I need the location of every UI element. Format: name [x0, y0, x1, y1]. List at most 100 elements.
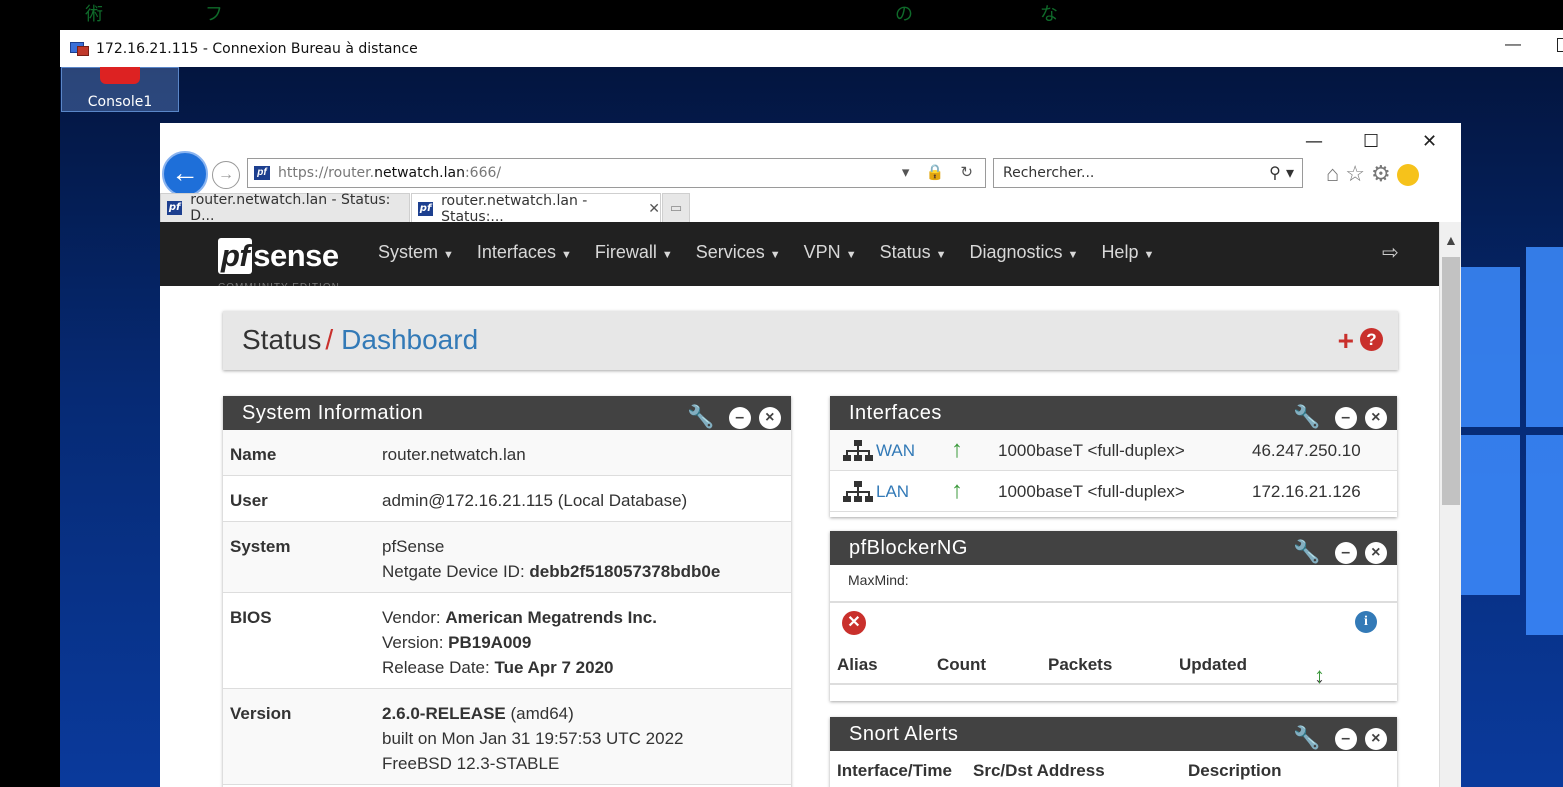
panel-tools: 🔧 – ×: [1293, 536, 1387, 570]
wrench-icon[interactable]: 🔧: [1293, 536, 1321, 570]
address-tools[interactable]: ▾ 🔒 ↻: [902, 163, 979, 181]
column-header: Description: [1188, 761, 1282, 780]
browser-maximize-button[interactable]: ☐: [1363, 131, 1379, 152]
close-panel-icon[interactable]: ×: [1365, 542, 1387, 564]
close-panel-icon[interactable]: ×: [1365, 407, 1387, 429]
pfblocker-table-header: Alias Count Packets Updated ↓ ↑: [830, 647, 1397, 688]
menu-system[interactable]: System ▼: [378, 242, 454, 263]
new-tab-icon: ▭: [669, 200, 683, 216]
pfblockerng-panel: pfBlockerNG 🔧 – × MaxMind: ✕ i Alias Cou…: [830, 531, 1397, 701]
rdp-maximize-button[interactable]: [1557, 38, 1563, 52]
status-up-arrow-icon: ↑: [951, 436, 963, 463]
breadcrumb-dashboard-link[interactable]: Dashboard: [341, 324, 478, 355]
browser-window: — ☐ ✕ ← → pf https://router.netwatch.lan…: [160, 123, 1461, 787]
row-key: User: [223, 475, 375, 522]
status-up-arrow-icon: ↑: [951, 477, 963, 504]
matrix-glyph: フ: [205, 4, 223, 25]
desktop-shortcut-label: Console1: [87, 94, 153, 110]
panel-title: System Information: [242, 402, 424, 424]
forward-button[interactable]: →: [212, 161, 240, 189]
interface-media: 1000baseT <full-duplex>: [998, 482, 1185, 501]
error-x-icon[interactable]: ✕: [842, 611, 866, 635]
menu-interfaces[interactable]: Interfaces ▼: [477, 242, 572, 263]
menu-diagnostics[interactable]: Diagnostics ▼: [970, 242, 1079, 263]
interface-link-lan[interactable]: LAN: [876, 482, 909, 502]
tab-status-dashboard-2[interactable]: pf router.netwatch.lan - Status:... ✕: [411, 193, 661, 225]
breadcrumb-section: Status: [242, 324, 322, 355]
menu-vpn[interactable]: VPN ▼: [804, 242, 857, 263]
windows-logo-pane: [1526, 247, 1563, 427]
menu-status[interactable]: Status ▼: [880, 242, 947, 263]
interface-media: 1000baseT <full-duplex>: [998, 441, 1185, 460]
column-header: Src/Dst Address: [973, 761, 1105, 780]
windows-logo-pane: [1460, 267, 1520, 427]
table-row: System pfSense Netgate Device ID: debb2f…: [223, 521, 791, 593]
maxmind-status: MaxMind:: [830, 565, 1397, 603]
panel-title: pfBlockerNG: [849, 537, 968, 559]
address-bar[interactable]: pf https://router.netwatch.lan:666/ ▾ 🔒 …: [247, 158, 986, 188]
windows-logo-pane: [1526, 435, 1563, 635]
browser-close-button[interactable]: ✕: [1422, 131, 1437, 152]
back-button[interactable]: ←: [162, 151, 208, 197]
interface-link-wan[interactable]: WAN: [876, 441, 915, 461]
menu-help[interactable]: Help ▼: [1101, 242, 1154, 263]
feedback-smiley-icon[interactable]: [1396, 164, 1419, 187]
interface-row-lan: LAN ↑ 1000baseT <full-duplex> 172.16.21.…: [830, 471, 1397, 512]
browser-minimize-button[interactable]: —: [1305, 131, 1323, 152]
row-value: admin@172.16.21.115 (Local Database): [375, 475, 791, 522]
main-menu: System ▼ Interfaces ▼ Firewall ▼ Services ▼ …: [378, 242, 1177, 263]
system-information-panel: System Information 🔧 – × Name router.net…: [223, 396, 791, 787]
table-row: User admin@172.16.21.115 (Local Database…: [223, 475, 791, 522]
matrix-glyph: な: [1040, 4, 1058, 25]
tab-favicon: pf: [418, 201, 434, 216]
desktop-left-strip: [0, 30, 60, 787]
breadcrumb-separator: /: [325, 324, 334, 355]
rdp-minimize-button[interactable]: —: [1505, 36, 1521, 54]
windows-logo-pane: [1460, 435, 1520, 595]
interface-ip: 172.16.21.126: [1252, 482, 1361, 501]
minimize-panel-icon[interactable]: –: [1335, 542, 1357, 564]
home-icon[interactable]: ⌂: [1326, 161, 1345, 186]
panel-header: System Information 🔧 – ×: [223, 396, 791, 430]
tab-close-icon[interactable]: ✕: [648, 201, 660, 217]
table-row: BIOS Vendor: American Megatrends Inc. Ve…: [223, 592, 791, 689]
search-icon[interactable]: ⚲ ▾: [1269, 163, 1294, 182]
scroll-up-icon[interactable]: ▲: [1444, 232, 1458, 248]
row-value: Vendor: American Megatrends Inc. Version…: [375, 592, 791, 689]
minimize-panel-icon[interactable]: –: [729, 407, 751, 429]
page-scrollbar[interactable]: ▲: [1439, 222, 1461, 787]
interface-ip: 46.247.250.10: [1252, 441, 1361, 460]
row-key: BIOS: [223, 592, 375, 689]
site-favicon: pf: [254, 166, 270, 180]
rdp-title-bar: 172.16.21.115 - Connexion Bureau à dista…: [60, 30, 1563, 67]
search-box[interactable]: Rechercher... ⚲ ▾: [993, 158, 1303, 188]
close-panel-icon[interactable]: ×: [759, 407, 781, 429]
panel-title: Snort Alerts: [849, 723, 959, 745]
help-icon[interactable]: ?: [1360, 328, 1383, 351]
add-widget-icon[interactable]: +: [1338, 325, 1354, 357]
desktop-shortcut-console1[interactable]: Console1: [61, 67, 179, 112]
column-header: Interface/Time: [837, 761, 952, 780]
network-icon: [843, 440, 873, 461]
info-icon[interactable]: i: [1355, 611, 1377, 633]
tab-label: router.netwatch.lan - Status: D...: [190, 192, 391, 224]
dashboard-content: Status / Dashboard + ? System Information …: [160, 286, 1439, 787]
minimize-panel-icon[interactable]: –: [1335, 407, 1357, 429]
page-title: Status / Dashboard: [242, 324, 478, 356]
new-tab-button[interactable]: ▭: [662, 193, 690, 223]
close-panel-icon[interactable]: ×: [1365, 728, 1387, 750]
favorites-star-icon[interactable]: ☆: [1345, 161, 1371, 186]
settings-gear-icon[interactable]: ⚙: [1371, 161, 1397, 186]
scroll-thumb[interactable]: [1442, 257, 1460, 505]
panel-tools: 🔧 – ×: [687, 401, 781, 435]
logout-icon[interactable]: ⇨: [1382, 240, 1399, 265]
menu-firewall[interactable]: Firewall ▼: [595, 242, 673, 263]
menu-services[interactable]: Services ▼: [696, 242, 781, 263]
wrench-icon[interactable]: 🔧: [687, 401, 715, 435]
table-row: Version 2.6.0-RELEASE (amd64) built on M…: [223, 688, 791, 785]
tab-status-dashboard-1[interactable]: pf router.netwatch.lan - Status: D...: [160, 192, 410, 224]
column-header: Packets: [1048, 655, 1113, 674]
table-row: Name router.netwatch.lan: [223, 430, 791, 476]
pfsense-logo[interactable]: pf sense: [218, 238, 339, 274]
minimize-panel-icon[interactable]: –: [1335, 728, 1357, 750]
